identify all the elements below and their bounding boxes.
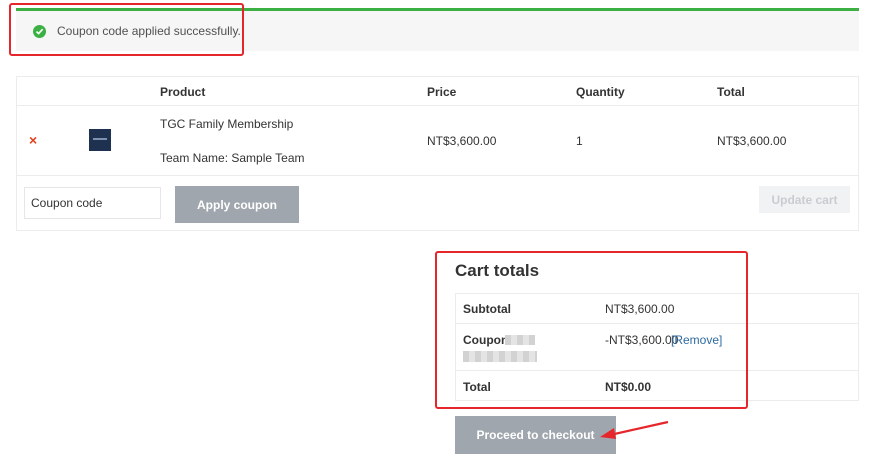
header-product: Product [160, 85, 206, 99]
row-divider [17, 175, 858, 176]
totals-highlight-box [435, 251, 748, 409]
item-quantity[interactable]: 1 [576, 134, 583, 148]
item-total: NT$3,600.00 [717, 134, 787, 148]
coupon-code-input[interactable] [24, 187, 161, 219]
annotation-arrow-icon [600, 420, 669, 439]
header-total: Total [717, 85, 745, 99]
update-cart-button[interactable]: Update cart [759, 186, 850, 213]
header-quantity: Quantity [576, 85, 625, 99]
product-meta: Team Name: Sample Team [160, 151, 305, 165]
proceed-to-checkout-button[interactable]: Proceed to checkout [455, 416, 616, 454]
product-name-link[interactable]: TGC Family Membership [160, 117, 293, 131]
header-price: Price [427, 85, 457, 99]
item-price: NT$3,600.00 [427, 134, 497, 148]
header-divider [17, 105, 858, 106]
product-thumbnail[interactable] [89, 129, 111, 151]
remove-item-icon[interactable]: × [29, 132, 37, 148]
notice-highlight-box [9, 3, 244, 56]
apply-coupon-button[interactable]: Apply coupon [175, 186, 299, 223]
